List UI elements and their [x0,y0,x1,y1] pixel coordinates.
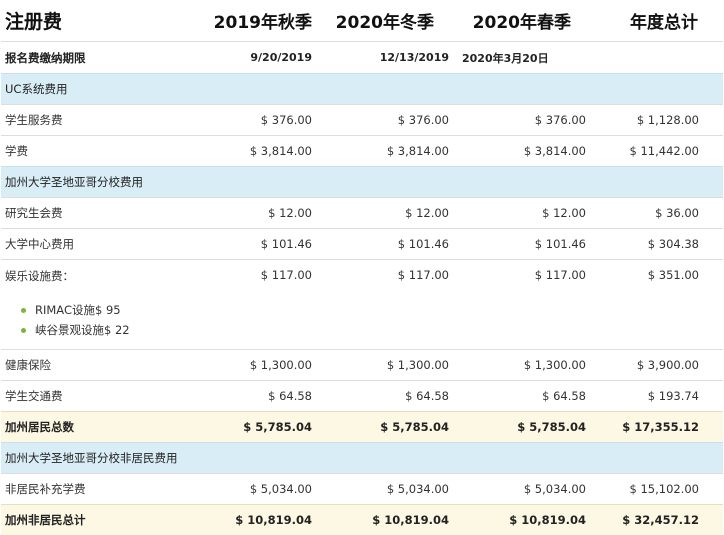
cell-value: $ 376.00 [458,105,595,136]
cell-total: $ 11,442.00 [595,136,723,167]
title-row: 注册费 2019年秋季 2020年冬季 2020年春季 年度总计 [1,0,723,42]
total-value: $ 5,785.04 [321,412,458,443]
bullet-icon [21,328,26,333]
cell-value: $ 101.46 [458,229,595,260]
cell-value: $ 3,814.00 [321,136,458,167]
table-title: 注册费 [1,0,197,42]
table-row: 研究生会费 $ 12.00 $ 12.00 $ 12.00 $ 36.00 [1,198,723,229]
table-row-recreation: 娱乐设施费： RIMAC设施$ 95 峡谷景观设施$ 22 $ 117.00 $… [1,260,723,350]
total-value: $ 5,785.04 [458,412,595,443]
table-row: 非居民补充学费 $ 5,034.00 $ 5,034.00 $ 5,034.00… [1,474,723,505]
cell-value: $ 64.58 [321,381,458,412]
cell-value: $ 376.00 [321,105,458,136]
cell-value: $ 101.46 [197,229,321,260]
cell-value: $ 1,300.00 [197,350,321,381]
column-header-winter-2020: 2020年冬季 [321,0,458,42]
cell-value: $ 117.00 [321,260,458,350]
cell-value: $ 101.46 [321,229,458,260]
total-value: $ 10,819.04 [458,505,595,535]
section-title: 加州大学圣地亚哥分校非居民费用 [1,443,723,474]
row-label: 健康保险 [1,350,197,381]
list-item: RIMAC设施$ 95 [19,300,196,320]
row-label: 大学中心费用 [1,229,197,260]
total-annual: $ 17,355.12 [595,412,723,443]
cell-value: $ 117.00 [458,260,595,350]
recreation-cell: 娱乐设施费： RIMAC设施$ 95 峡谷景观设施$ 22 [1,260,197,350]
cell-value: $ 3,814.00 [458,136,595,167]
table-row: 大学中心费用 $ 101.46 $ 101.46 $ 101.46 $ 304.… [1,229,723,260]
cell-value: $ 1,300.00 [321,350,458,381]
cell-value: $ 3,814.00 [197,136,321,167]
cell-value: $ 12.00 [458,198,595,229]
cell-value: $ 64.58 [458,381,595,412]
total-value: $ 10,819.04 [197,505,321,535]
cell-value: $ 5,034.00 [197,474,321,505]
table-row: 学生服务费 $ 376.00 $ 376.00 $ 376.00 $ 1,128… [1,105,723,136]
cell-value: $ 12.00 [197,198,321,229]
section-header-nonresident: 加州大学圣地亚哥分校非居民费用 [1,443,723,474]
column-header-fall-2019: 2019年秋季 [197,0,321,42]
section-header-uc: UC系统费用 [1,74,723,105]
subitem-label: RIMAC设施$ 95 [35,303,121,317]
table-row: 学生交通费 $ 64.58 $ 64.58 $ 64.58 $ 193.74 [1,381,723,412]
deadline-row: 报名费缴纳期限 9/20/2019 12/13/2019 2020年3月20日 [1,42,723,74]
section-title: 加州大学圣地亚哥分校费用 [1,167,723,198]
cell-total: $ 1,128.00 [595,105,723,136]
cell-value: $ 5,034.00 [458,474,595,505]
bullet-icon [21,308,26,313]
cell-total: $ 351.00 [595,260,723,350]
deadline-label: 报名费缴纳期限 [1,42,197,74]
row-label: 非居民补充学费 [1,474,197,505]
cell-value: $ 376.00 [197,105,321,136]
section-header-ucsd: 加州大学圣地亚哥分校费用 [1,167,723,198]
row-label: 学生交通费 [1,381,197,412]
cell-total: $ 3,900.00 [595,350,723,381]
cell-total: $ 193.74 [595,381,723,412]
cell-value: $ 64.58 [197,381,321,412]
deadline-total [595,42,723,74]
deadline-winter: 12/13/2019 [321,42,458,74]
column-header-annual-total: 年度总计 [595,0,723,42]
total-label: 加州非居民总计 [1,505,197,535]
cell-total: $ 36.00 [595,198,723,229]
cell-value: $ 5,034.00 [321,474,458,505]
deadline-fall: 9/20/2019 [197,42,321,74]
cell-value: $ 1,300.00 [458,350,595,381]
row-label: 学费 [1,136,197,167]
cell-value: $ 117.00 [197,260,321,350]
list-item: 峡谷景观设施$ 22 [19,320,196,340]
table-row: 健康保险 $ 1,300.00 $ 1,300.00 $ 1,300.00 $ … [1,350,723,381]
row-label: 研究生会费 [1,198,197,229]
subitem-label: 峡谷景观设施$ 22 [35,323,130,337]
table-row: 学费 $ 3,814.00 $ 3,814.00 $ 3,814.00 $ 11… [1,136,723,167]
cell-total: $ 304.38 [595,229,723,260]
total-value: $ 10,819.04 [321,505,458,535]
fee-table: 注册费 2019年秋季 2020年冬季 2020年春季 年度总计 报名费缴纳期限… [1,0,723,535]
total-row-resident: 加州居民总数 $ 5,785.04 $ 5,785.04 $ 5,785.04 … [1,412,723,443]
recreation-subitems: RIMAC设施$ 95 峡谷景观设施$ 22 [5,300,196,340]
row-label: 学生服务费 [1,105,197,136]
row-label: 娱乐设施费： [5,268,196,284]
deadline-spring: 2020年3月20日 [458,42,595,74]
column-header-spring-2020: 2020年春季 [458,0,595,42]
cell-total: $ 15,102.00 [595,474,723,505]
total-annual: $ 32,457.12 [595,505,723,535]
total-label: 加州居民总数 [1,412,197,443]
total-row-nonresident: 加州非居民总计 $ 10,819.04 $ 10,819.04 $ 10,819… [1,505,723,535]
cell-value: $ 12.00 [321,198,458,229]
total-value: $ 5,785.04 [197,412,321,443]
section-title: UC系统费用 [1,74,723,105]
